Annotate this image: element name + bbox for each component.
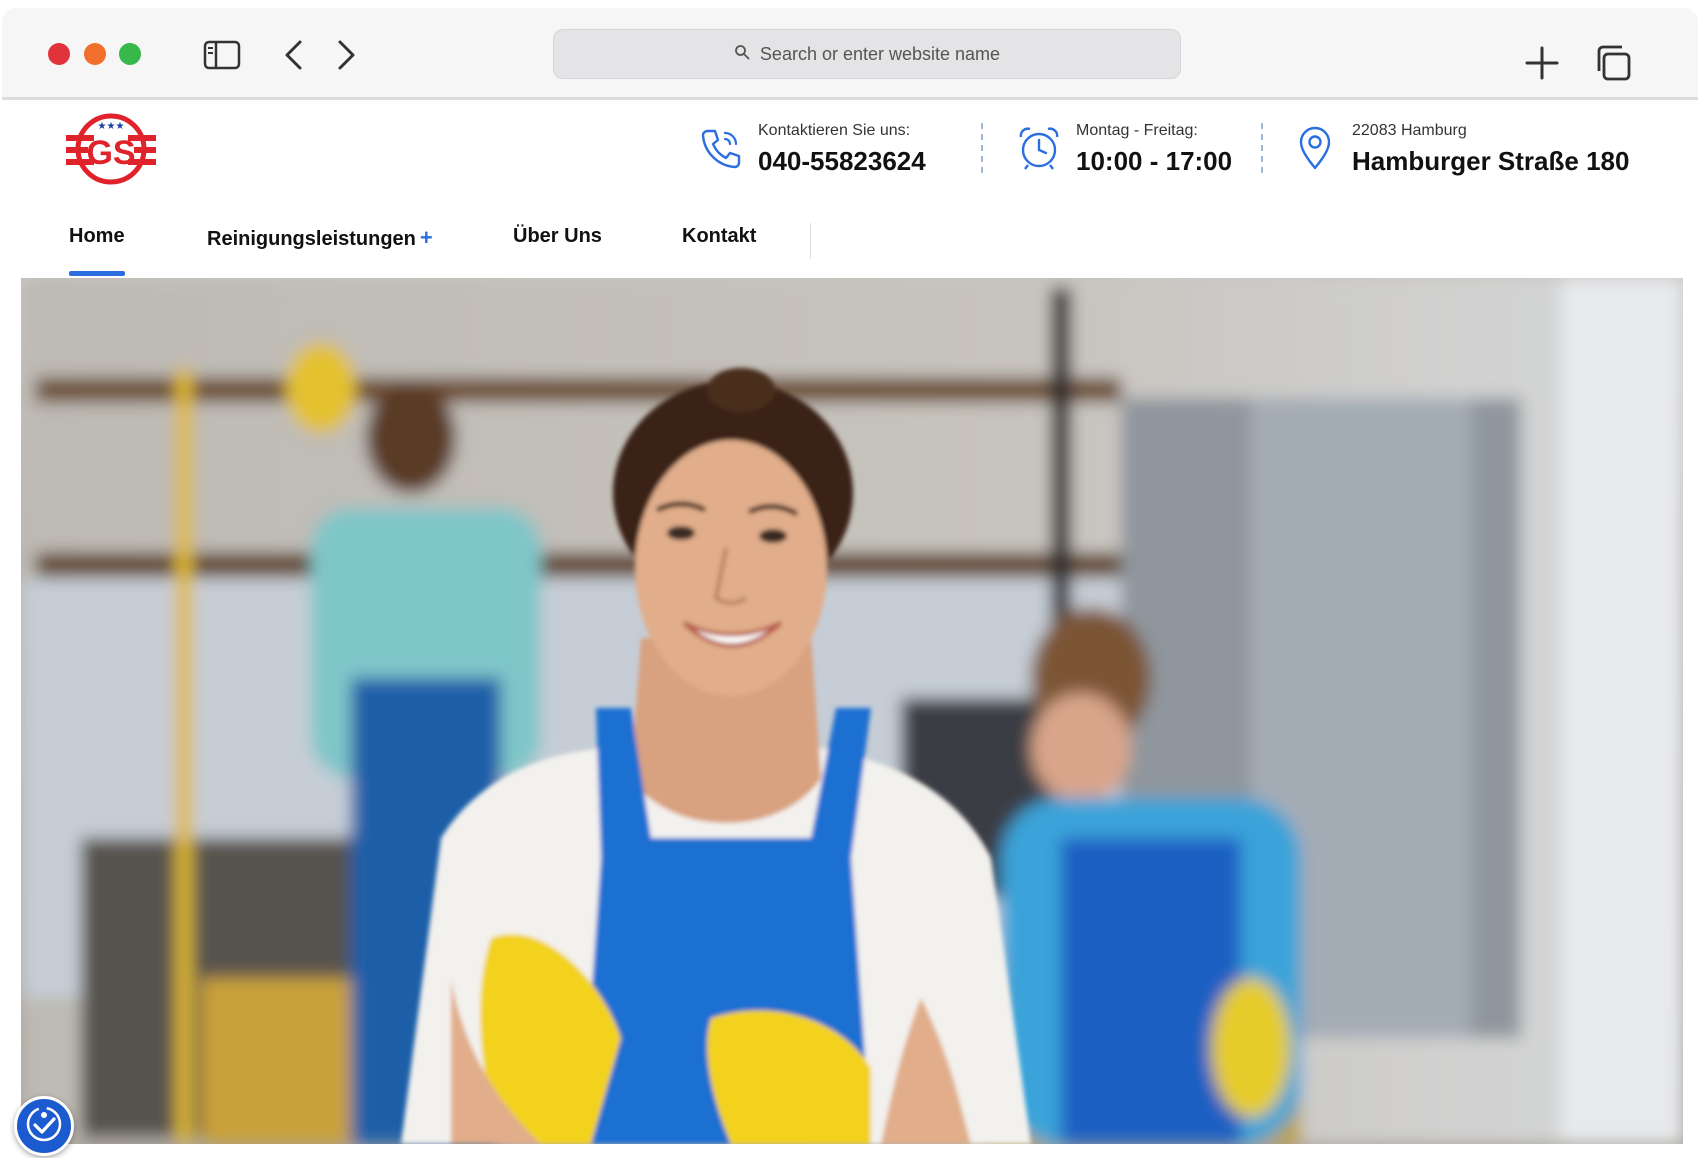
- phone-label: Kontaktieren Sie uns:: [758, 122, 911, 139]
- browser-toolbar: Search or enter website name: [2, 8, 1698, 100]
- browser-window: Search or enter website name GS ★★★ Kont…: [2, 8, 1698, 1158]
- header-divider: [981, 123, 983, 173]
- nav-item-ueber-uns[interactable]: Über Uns: [513, 225, 602, 275]
- url-placeholder: Search or enter website name: [759, 43, 1001, 64]
- main-navigation: Home Reinigungsleistungen + Über Uns Kont…: [2, 213, 1698, 278]
- site-logo[interactable]: GS ★★★: [64, 109, 158, 185]
- hero-image: [21, 278, 1683, 1144]
- nav-item-label: Reinigungsleistungen: [207, 228, 416, 250]
- submenu-plus-icon: +: [419, 225, 433, 250]
- website: GS ★★★ Kontaktieren Sie uns: 040-5582362…: [2, 103, 1698, 1158]
- address-city: 22083 Hamburg: [1352, 122, 1467, 139]
- address-street: Hamburger Straße 180: [1352, 146, 1630, 176]
- location-pin-icon: [1292, 125, 1338, 171]
- svg-text:★★★: ★★★: [98, 121, 125, 132]
- tabs-icon[interactable]: [1594, 45, 1634, 81]
- sidebar-icon[interactable]: [202, 38, 242, 72]
- opening-hours: Montag - Freitag: 10:00 - 17:00: [1016, 121, 1232, 178]
- nav-divider: [810, 223, 811, 259]
- hours-value: 10:00 - 17:00: [1076, 146, 1233, 176]
- accessibility-button[interactable]: [14, 1096, 74, 1156]
- header-divider: [1261, 123, 1263, 173]
- hours-label: Montag - Freitag:: [1076, 122, 1198, 139]
- nav-item-reinigungsleistungen[interactable]: Reinigungsleistungen +: [207, 225, 433, 275]
- phone-icon: [698, 125, 744, 171]
- contact-phone[interactable]: Kontaktieren Sie uns: 040-55823624: [698, 121, 926, 178]
- phone-number[interactable]: 040-55823624: [758, 144, 926, 178]
- plus-icon[interactable]: [1522, 46, 1562, 80]
- accessibility-icon: [24, 1104, 64, 1149]
- alarm-clock-icon: [1016, 125, 1062, 171]
- close-window-button[interactable]: [48, 43, 70, 65]
- nav-item-home[interactable]: Home: [69, 225, 125, 276]
- forward-arrow-icon[interactable]: [326, 38, 366, 72]
- back-arrow-icon[interactable]: [274, 38, 314, 72]
- maximize-window-button[interactable]: [119, 43, 141, 65]
- nav-item-kontakt[interactable]: Kontakt: [682, 225, 756, 275]
- logo-text: GS: [86, 134, 135, 172]
- search-icon: [734, 44, 750, 65]
- address: 22083 Hamburg Hamburger Straße 180: [1292, 121, 1629, 178]
- url-bar[interactable]: Search or enter website name: [553, 29, 1181, 79]
- minimize-window-button[interactable]: [84, 43, 106, 65]
